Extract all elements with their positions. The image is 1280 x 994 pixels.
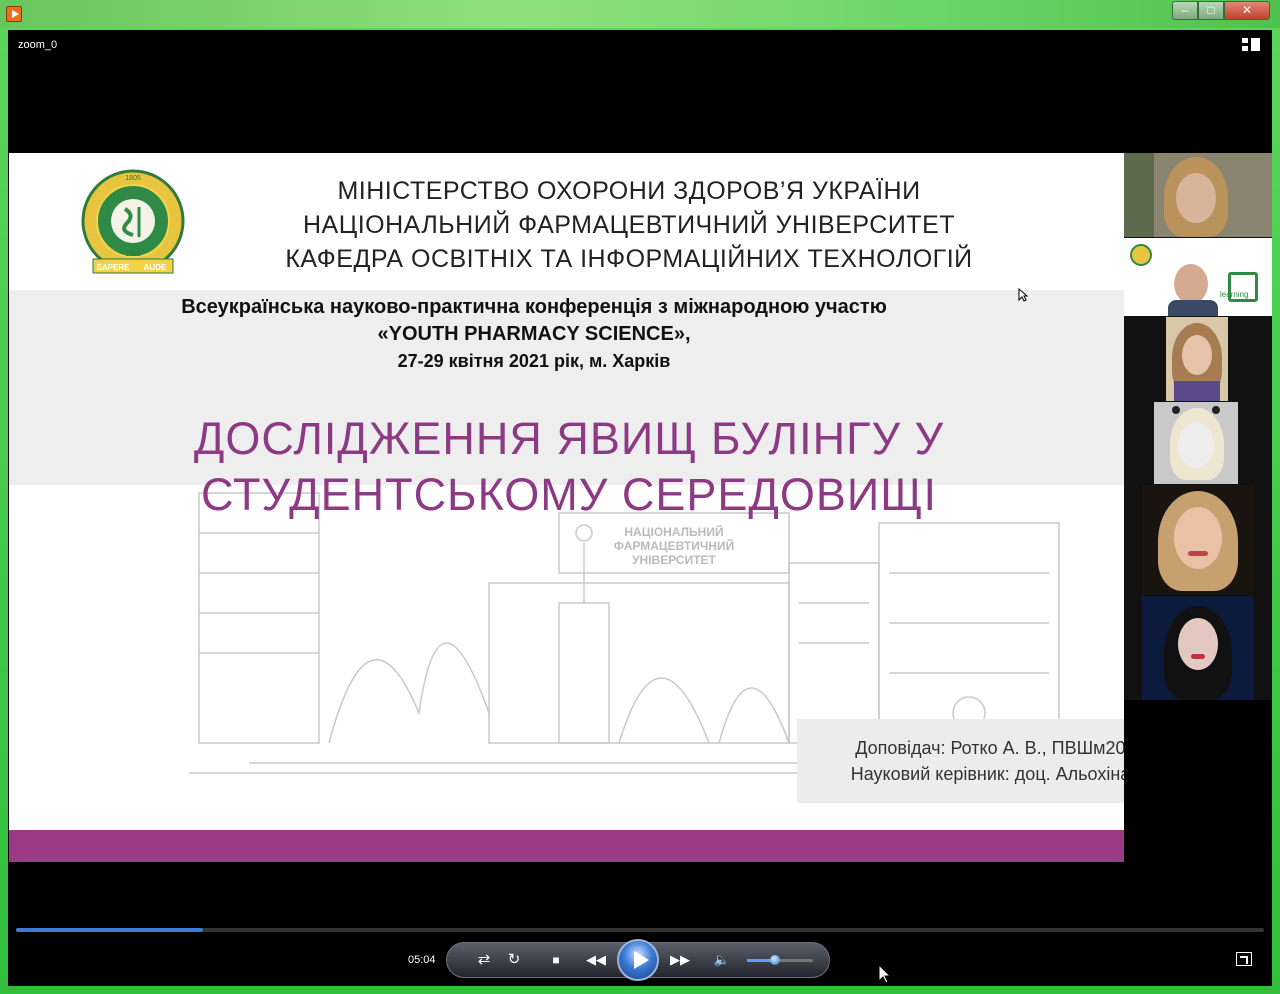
seek-bar[interactable]: [16, 928, 1264, 932]
conference-date: 27-29 квітня 2021 рік, м. Харків: [397, 351, 671, 371]
logo-motto-right: AUDE: [144, 263, 167, 272]
conference-name: Всеукраїнська науково-практична конферен…: [181, 296, 887, 318]
volume-knob[interactable]: [770, 955, 780, 965]
cursor-icon: [1018, 288, 1028, 302]
next-icon[interactable]: ▶▶: [667, 949, 693, 971]
slide-title-line-2: СТУДЕНТСЬКОМУ СЕРЕДОВИЩІ: [201, 469, 937, 520]
header-university: НАЦІОНАЛЬНИЙ ФАРМАЦЕВТИЧНИЙ УНІВЕРСИТЕТ: [302, 211, 956, 239]
university-logo: 1805 1921 SAPERE AUDE: [81, 169, 185, 274]
media-player-app-icon[interactable]: [6, 6, 22, 22]
participant-video-5: [1142, 485, 1254, 595]
seek-bar-progress: [16, 928, 204, 932]
participants-strip: learning: [1124, 153, 1272, 700]
logo-motto-left: SAPERE: [97, 263, 131, 272]
minimize-button[interactable]: –: [1172, 1, 1198, 20]
close-button[interactable]: ✕: [1224, 1, 1270, 20]
sketch-sign-line-1: НАЦІОНАЛЬНИЙ: [624, 524, 723, 539]
sketch-sign-line-2: ФАРМАЦЕВТИЧНИЙ: [614, 538, 734, 553]
header-department: КАФЕДРА ОСВІТНІХ ТА ІНФОРМАЦІЙНИХ ТЕХНОЛ…: [285, 245, 973, 273]
tile-learning-text: learning: [1220, 290, 1249, 299]
presentation-slide: НАЦІОНАЛЬНИЙ ФАРМАЦЕВТИЧНИЙ УНІВЕРСИТЕТ …: [9, 153, 1124, 862]
title-bar[interactable]: – □ ✕: [0, 0, 1280, 28]
participant-video-6: [1142, 596, 1254, 700]
mouse-pointer-icon: [878, 964, 892, 984]
switch-layout-icon[interactable]: [1242, 38, 1260, 52]
maximize-button[interactable]: □: [1198, 1, 1224, 20]
video-title: zoom_0: [18, 39, 58, 51]
header-ministry: МІНІСТЕРСТВО ОХОРОНИ ЗДОРОВ’Я УКРАЇНИ: [337, 177, 921, 205]
shuffle-icon[interactable]: ⇄: [471, 949, 497, 971]
repeat-icon[interactable]: ↻: [501, 949, 527, 971]
previous-icon[interactable]: ◀◀: [583, 949, 609, 971]
stop-icon[interactable]: ■: [543, 949, 569, 971]
play-button[interactable]: [617, 939, 659, 981]
media-player-window: – □ ✕ zoom_0 НАЦІОНАЛЬНИЙ ФАРМАЦЕВТИЧНИЙ…: [0, 0, 1280, 994]
volume-icon[interactable]: 🔈: [709, 949, 735, 971]
slide-title-line-1: ДОСЛІДЖЕННЯ ЯВИЩ БУЛІНГУ У: [193, 413, 945, 464]
presenter-info-box: Доповідач: Ротко А. В., ПВШм20(1,5з) Нау…: [797, 719, 1124, 803]
participant-video-1: [1124, 153, 1272, 237]
presenter-text: Доповідач: Ротко А. В., ПВШм20(1,5з): [855, 738, 1124, 758]
volume-slider[interactable]: [747, 955, 813, 965]
conference-title: «YOUTH PHARMACY SCIENCE»,: [377, 323, 691, 345]
slide-footer-bar: [9, 830, 1124, 862]
participant-video-3: [1166, 317, 1228, 401]
player-controls: 05:04 ⇄ ↻ ■ ◀◀ ▶▶ 🔈: [8, 918, 1272, 986]
logo-year-top: 1805: [125, 175, 141, 182]
participant-video-2: learning: [1124, 238, 1272, 316]
sketch-sign-line-3: УНІВЕРСИТЕТ: [632, 553, 716, 567]
transport-controls: ⇄ ↻ ■ ◀◀ ▶▶ 🔈: [446, 939, 830, 981]
supervisor-text: Науковий керівник: доц. Альохіна Н. В.: [850, 764, 1124, 784]
video-area[interactable]: zoom_0 НАЦІОНАЛЬНИЙ ФАРМАЦЕВТИЧНИЙ УНІВЕ…: [8, 30, 1272, 986]
elapsed-time: 05:04: [408, 954, 436, 966]
participant-video-4: [1154, 402, 1238, 484]
switch-to-library-icon[interactable]: [1236, 952, 1252, 966]
logo-year-bottom: 1921: [125, 251, 141, 258]
